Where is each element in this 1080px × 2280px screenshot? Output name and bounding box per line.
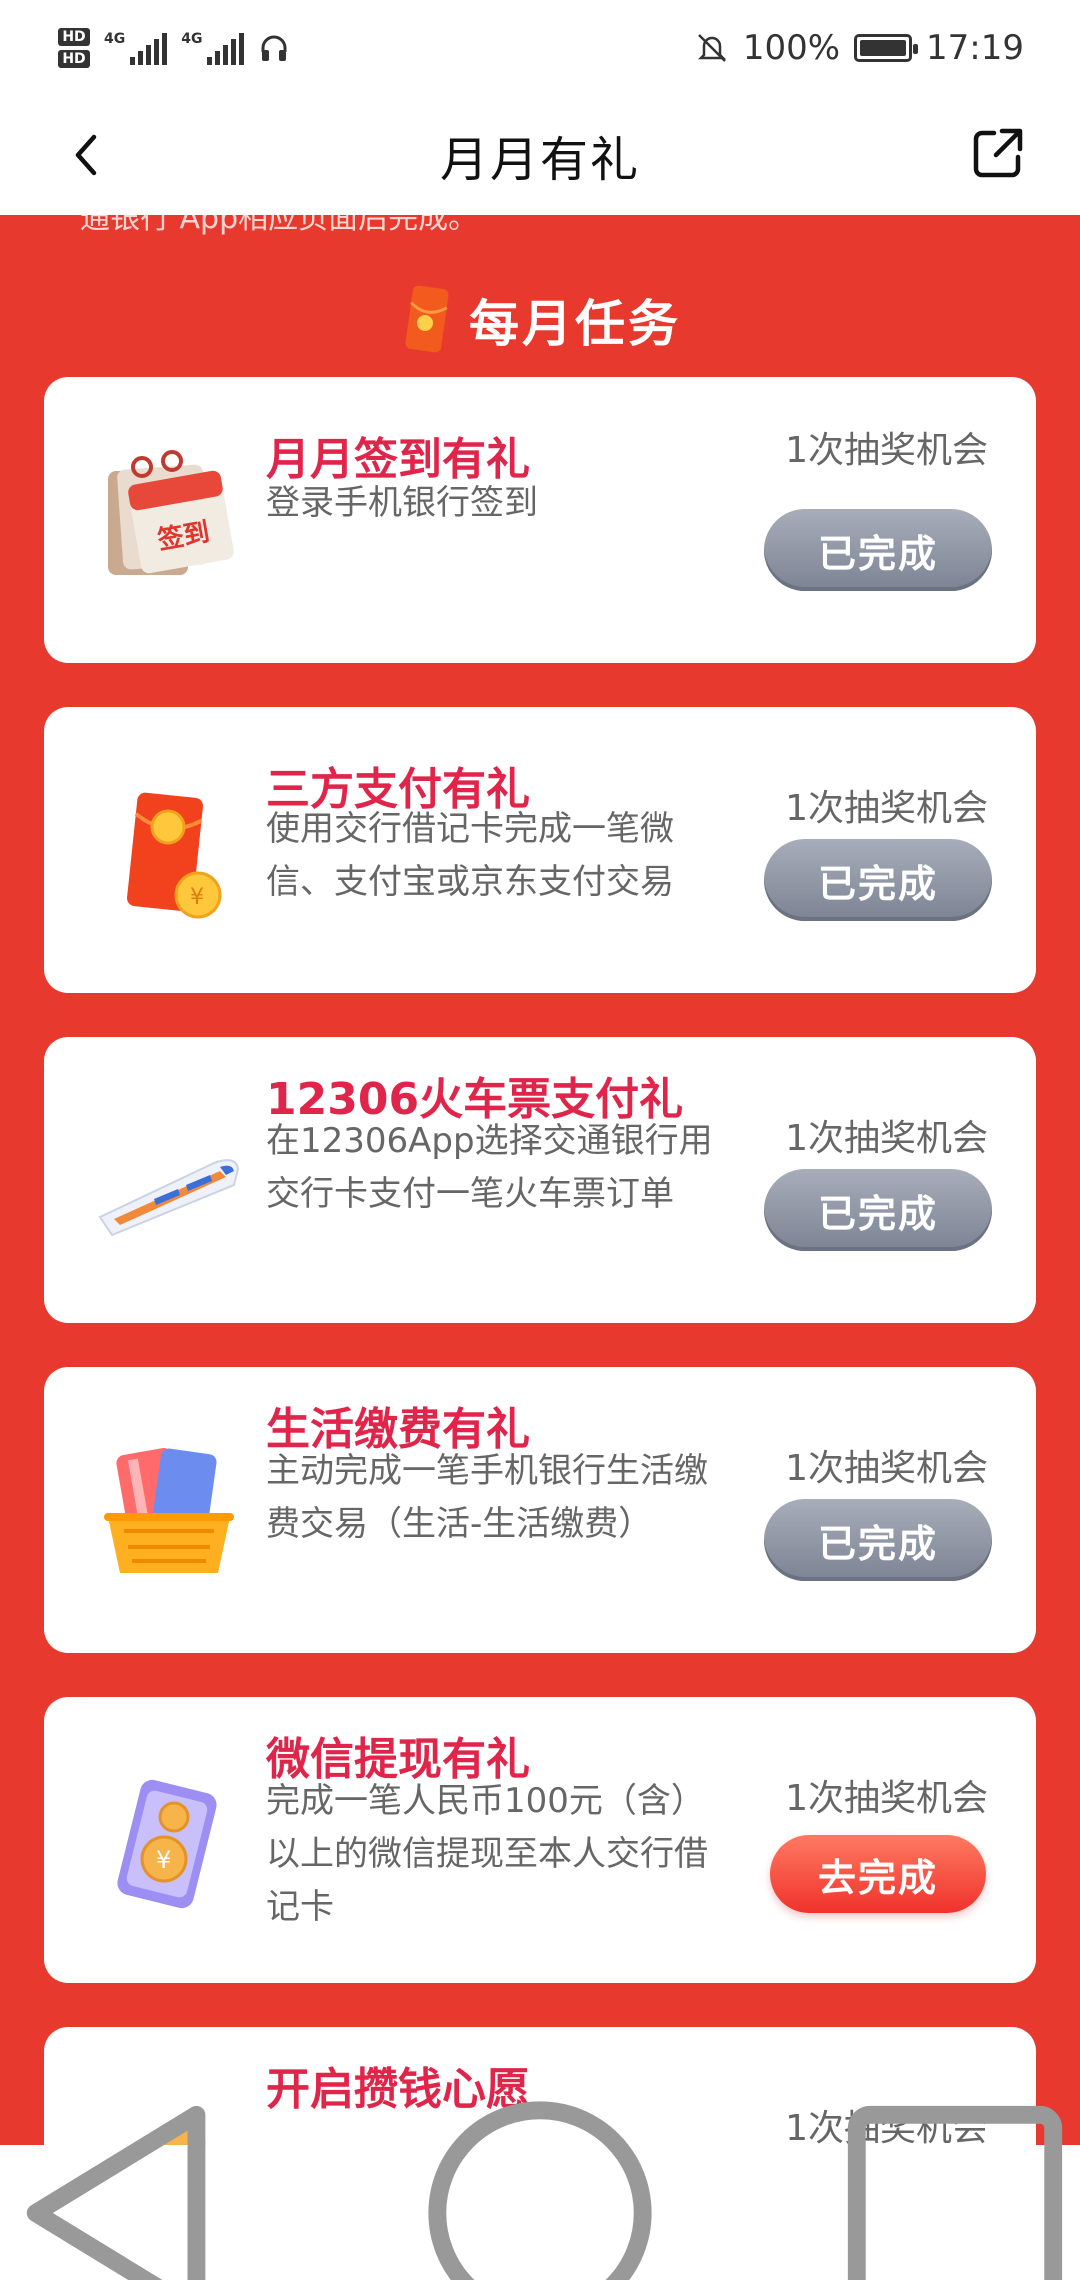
signal-icon-2: 4G [181, 31, 245, 65]
page-title: 月月有礼 [439, 132, 640, 188]
hd-badge-1: HD [58, 27, 90, 46]
status-right: 100% 17:19 [695, 28, 1024, 68]
shopping-basket-cards-icon [104, 1448, 234, 1573]
section-title: 每月任务 [469, 295, 681, 353]
task-card-wechat-withdraw: ¥ 微信提现有礼 完成一笔人民币100元（含）以上的微信提现至本人交行借记卡 1… [44, 1697, 1036, 1983]
task-go-complete-button[interactable]: 去完成 [770, 1835, 986, 1913]
nav-home-circle-icon[interactable] [415, 2088, 665, 2280]
hd-badge-2: HD [58, 49, 90, 68]
main-content[interactable]: 通银行 App相应页面后完成。 每月任务 签到 月月签到有礼 登录手机银行签到 … [0, 215, 1080, 2145]
high-speed-train-icon [98, 1159, 240, 1237]
red-envelope-icon [405, 285, 449, 353]
task-description: 登录手机银行签到 [266, 483, 538, 523]
task-card-third-party-pay: ¥ 三方支付有礼 使用交行借记卡完成一笔微信、支付宝或京东支付交易 1次抽奖机会… [44, 707, 1036, 993]
nav-recents-square-icon[interactable] [830, 2088, 1080, 2280]
section-header: 每月任务 [0, 280, 1080, 360]
task-done-button[interactable]: 已完成 [764, 1169, 992, 1251]
phone-coins-icon: ¥ [117, 1779, 217, 1909]
hd-indicators: HD HD [58, 27, 90, 68]
task-description: 完成一笔人民币100元（含）以上的微信提现至本人交行借记卡 [266, 1781, 708, 1927]
svg-text:¥: ¥ [190, 885, 204, 910]
bell-muted-icon [697, 33, 726, 62]
battery-percent: 100% [742, 27, 841, 68]
task-card-utility-payment: 生活缴费有礼 主动完成一笔手机银行生活缴费交易（生活-生活缴费） 1次抽奖机会 … [44, 1367, 1036, 1653]
task-description: 主动完成一笔手机银行生活缴费交易（生活-生活缴费） [266, 1451, 708, 1544]
task-description: 使用交行借记卡完成一笔微信、支付宝或京东支付交易 [266, 809, 674, 902]
svg-text:¥: ¥ [156, 1846, 171, 1874]
system-navigation-bar [0, 2100, 1080, 2280]
cut-off-description: 通银行 App相应页面后完成。 [80, 215, 479, 236]
task-description: 在12306App选择交通银行用交行卡支付一笔火车票订单 [266, 1121, 713, 1214]
task-done-button[interactable]: 已完成 [764, 839, 992, 921]
share-icon[interactable] [968, 123, 1028, 183]
task-card-checkin: 签到 月月签到有礼 登录手机银行签到 1次抽奖机会 已完成 [44, 377, 1036, 663]
red-envelope-coins-icon: ¥ [127, 792, 222, 919]
task-chance: 1次抽奖机会 [785, 1448, 988, 1489]
task-card-12306-train: 12306火车票支付礼 在12306App选择交通银行用交行卡支付一笔火车票订单… [44, 1037, 1036, 1323]
task-chance: 1次抽奖机会 [785, 1118, 988, 1159]
task-done-button[interactable]: 已完成 [764, 1499, 992, 1581]
task-done-button[interactable]: 已完成 [764, 509, 992, 591]
headphones-icon [261, 35, 287, 61]
navigation-bar: 月月有礼 [0, 95, 1080, 215]
task-chance: 1次抽奖机会 [785, 788, 988, 829]
signal-icon-1: 4G [104, 31, 168, 65]
battery-icon [854, 33, 919, 62]
status-bar: HD HD 4G 4G 100% 17:19 [0, 0, 1080, 95]
task-chance: 1次抽奖机会 [785, 430, 988, 471]
back-arrow-icon[interactable] [58, 125, 118, 185]
task-chance: 1次抽奖机会 [785, 1778, 988, 1819]
status-left: HD HD 4G 4G [58, 27, 290, 68]
clock: 17:19 [926, 27, 1024, 68]
calendar-checkin-icon: 签到 [108, 450, 234, 575]
nav-back-triangle-icon[interactable] [0, 2088, 250, 2280]
